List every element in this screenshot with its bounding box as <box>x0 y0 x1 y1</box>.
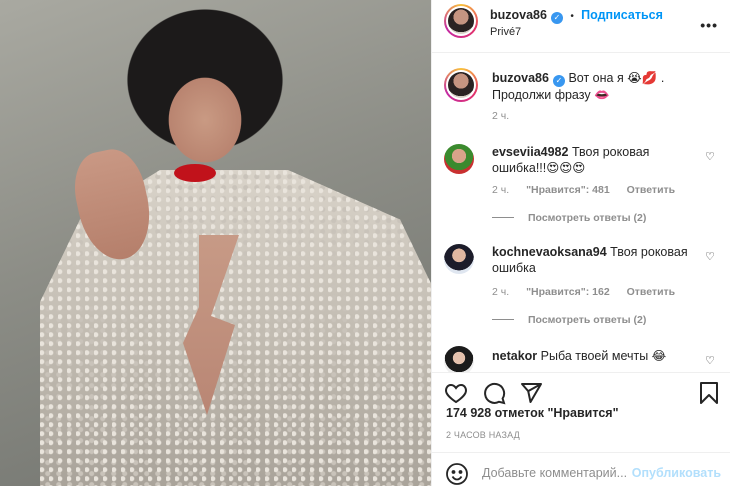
comment-reply-button[interactable]: Ответить <box>627 286 676 298</box>
comment-likes[interactable]: "Нравится": 481 <box>526 184 610 196</box>
comment-item: netakor Рыба твоей мечты 😂 ♡ <box>444 344 721 372</box>
separator-dot: • <box>570 11 574 22</box>
share-icon[interactable] <box>519 381 543 405</box>
post-timestamp[interactable]: 2 ЧАСОВ НАЗАД <box>446 430 520 440</box>
bookmark-icon[interactable] <box>697 381 721 405</box>
comment-username[interactable]: evseviia4982 <box>492 145 568 159</box>
follow-button[interactable]: Подписаться <box>581 8 663 22</box>
comment-time[interactable]: 2 ч. <box>492 184 509 196</box>
comment-like-icon[interactable]: ♡ <box>705 250 717 263</box>
post-location[interactable]: Privé7 <box>490 26 521 38</box>
commenter-avatar[interactable] <box>444 144 474 174</box>
heart-icon[interactable] <box>444 381 468 405</box>
commenter-avatar[interactable] <box>444 244 474 274</box>
post-header: buzova86 ✓ • Подписаться Privé7 ••• <box>432 0 730 53</box>
commenter-avatar[interactable] <box>444 346 474 372</box>
caption: buzova86 ✓ Вот она я 😭💋 . Продолжи фразу … <box>444 68 721 148</box>
add-comment-bar: Добавьте комментарий... Опубликовать <box>432 452 730 486</box>
comment-username[interactable]: kochnevaoksana94 <box>492 245 607 259</box>
comment-item: evseviia4982 Твоя роковая ошибка!!!😍😍😍 ♡… <box>444 142 721 238</box>
view-replies-label: Посмотреть ответы (2) <box>528 314 647 326</box>
comment-icon[interactable] <box>482 381 506 405</box>
more-options-icon[interactable]: ••• <box>700 17 718 33</box>
view-replies-label: Посмотреть ответы (2) <box>528 212 647 224</box>
comment-likes[interactable]: "Нравится": 162 <box>526 286 610 298</box>
caption-avatar[interactable] <box>444 68 478 102</box>
view-replies-button[interactable]: Посмотреть ответы (2) <box>492 314 646 326</box>
post-sidebar: buzova86 ✓ • Подписаться Privé7 ••• buzov… <box>431 0 730 486</box>
comment-username[interactable]: netakor <box>492 349 537 363</box>
comment-item: kochnevaoksana94 Твоя роковая ошибка ♡ 2… <box>444 242 721 338</box>
comment-input[interactable]: Добавьте комментарий... <box>482 466 627 480</box>
author-avatar[interactable] <box>444 4 478 38</box>
author-username[interactable]: buzova86 <box>490 8 547 22</box>
comment-text: Рыба твоей мечты 😂 <box>540 349 667 363</box>
caption-time[interactable]: 2 ч. <box>492 110 509 122</box>
likes-count[interactable]: 174 928 отметок "Нравится" <box>446 406 619 420</box>
verified-icon: ✓ <box>552 75 565 87</box>
comment-time[interactable]: 2 ч. <box>492 286 509 298</box>
comment-like-icon[interactable]: ♡ <box>705 150 717 163</box>
verified-icon: ✓ <box>550 12 563 24</box>
post-photo <box>0 0 431 486</box>
emoji-icon[interactable] <box>445 462 469 486</box>
post-comment-button[interactable]: Опубликовать <box>632 466 721 480</box>
comments-list[interactable]: buzova86 ✓ Вот она я 😭💋 . Продолжи фразу … <box>432 54 730 372</box>
view-replies-button[interactable]: Посмотреть ответы (2) <box>492 212 646 224</box>
caption-username[interactable]: buzova86 <box>492 71 549 85</box>
photo-lips <box>174 164 216 182</box>
comment-reply-button[interactable]: Ответить <box>627 184 676 196</box>
comment-like-icon[interactable]: ♡ <box>705 354 717 367</box>
